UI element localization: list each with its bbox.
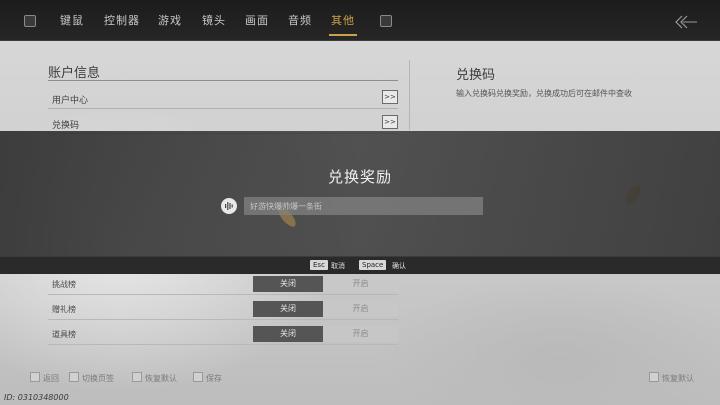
switch-tab-key-icon — [69, 372, 79, 382]
esc-key-badge: Esc — [310, 260, 328, 270]
redeem-panel-title: 兑换码 — [456, 68, 496, 83]
toggle-row-gift: 赠礼榜 关闭 开启 — [48, 299, 398, 320]
row-label: 兑换码 — [52, 121, 80, 131]
panel-divider — [409, 60, 410, 130]
back-key-icon — [30, 372, 40, 382]
prev-tab-key-icon[interactable] — [24, 15, 36, 27]
hint-switch-tab[interactable]: 切换页签 — [82, 373, 114, 384]
toggle-label: 道具榜 — [52, 330, 76, 339]
top-nav-bar: 键鼠 控制器 游戏 镜头 画面 音频 其他 — [0, 0, 720, 41]
confirm-button[interactable]: 确认 — [392, 261, 406, 271]
redeem-code-input[interactable] — [244, 197, 483, 215]
reset-key-icon — [132, 372, 142, 382]
voice-input-icon[interactable] — [221, 198, 237, 214]
tab-game[interactable]: 游戏 — [158, 12, 182, 30]
user-id-label: ID: 0310348000 — [4, 393, 69, 402]
toggle-off-option[interactable]: 关闭 — [253, 276, 323, 292]
back-arrow-icon[interactable] — [674, 14, 698, 29]
hint-reset-all[interactable]: 恢复默认 — [662, 373, 694, 384]
tab-controller[interactable]: 控制器 — [104, 12, 140, 30]
section-divider — [48, 80, 398, 81]
space-key-badge: Space — [359, 260, 387, 270]
toggle-off-option[interactable]: 关闭 — [253, 301, 323, 317]
tab-other[interactable]: 其他 — [329, 12, 357, 36]
toggle-on-option[interactable]: 开启 — [323, 301, 398, 317]
hint-back[interactable]: 返回 — [43, 373, 59, 384]
modal-title: 兑换奖励 — [327, 168, 392, 186]
toggle-label: 赠礼榜 — [52, 305, 76, 314]
tab-camera[interactable]: 镜头 — [202, 12, 226, 30]
open-redeem-button[interactable]: >> — [382, 115, 398, 129]
toggle-row-item: 道具榜 关闭 开启 — [48, 324, 398, 345]
reset-all-key-icon — [649, 372, 659, 382]
tab-audio[interactable]: 音频 — [288, 12, 312, 30]
row-label: 用户中心 — [52, 96, 89, 106]
tab-keyboard-mouse[interactable]: 键鼠 — [60, 12, 84, 30]
save-key-icon — [193, 372, 203, 382]
open-user-center-button[interactable]: >> — [382, 90, 398, 104]
next-tab-key-icon[interactable] — [380, 15, 392, 27]
hint-reset-default[interactable]: 恢复默认 — [145, 373, 177, 384]
redeem-panel-description: 输入兑换码兑换奖励，兑换成功后可在邮件中查收 — [456, 89, 632, 98]
row-user-center[interactable]: 用户中心 >> — [48, 88, 398, 109]
tab-graphics[interactable]: 画面 — [245, 12, 269, 30]
toggle-on-option[interactable]: 开启 — [323, 326, 398, 342]
toggle-row-challenge: 挑战榜 关闭 开启 — [48, 274, 398, 295]
hint-save[interactable]: 保存 — [206, 373, 222, 384]
account-section-title: 账户信息 — [48, 66, 101, 81]
toggle-on-option[interactable]: 开启 — [323, 276, 398, 292]
toggle-off-option[interactable]: 关闭 — [253, 326, 323, 342]
toggle-label: 挑战榜 — [52, 280, 76, 289]
cancel-button[interactable]: 取消 — [331, 261, 345, 271]
